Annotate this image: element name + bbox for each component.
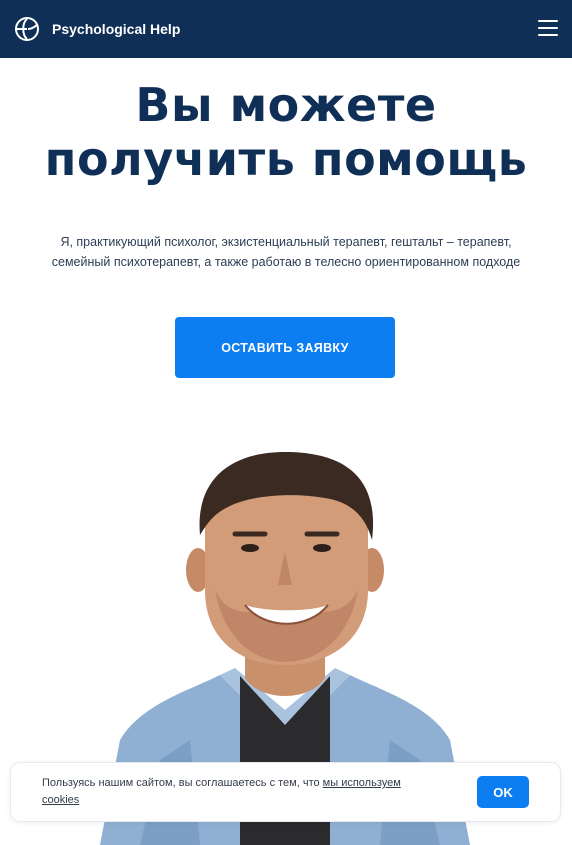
- hero-title-line-1: Вы можете: [135, 78, 437, 132]
- cookie-text: Пользуясь нашим сайтом, вы соглашаетесь …: [42, 775, 402, 809]
- logo[interactable]: Psychological Help: [14, 16, 180, 42]
- hero-description-line-2: семейный психотерапевт, а также работаю …: [51, 255, 521, 269]
- cookie-banner: Пользуясь нашим сайтом, вы соглашаетесь …: [10, 762, 561, 822]
- submit-request-button[interactable]: ОСТАВИТЬ ЗАЯВКУ: [175, 317, 395, 378]
- hero-description: Я, практикующий психолог, экзистенциальн…: [20, 232, 552, 272]
- hamburger-menu-icon[interactable]: [538, 18, 558, 38]
- cookie-ok-button[interactable]: OK: [477, 776, 529, 808]
- hero-description-line-1: Я, практикующий психолог, экзистенциальн…: [60, 235, 512, 249]
- brand-name[interactable]: Psychological Help: [52, 21, 180, 37]
- site-header: Psychological Help: [0, 0, 572, 58]
- hero-title: Вы можете получить помощь: [0, 78, 572, 186]
- cookie-message: Пользуясь нашим сайтом, вы соглашаетесь …: [42, 777, 323, 789]
- brain-logo-icon: [14, 16, 40, 42]
- hero-title-line-2: получить помощь: [44, 132, 528, 186]
